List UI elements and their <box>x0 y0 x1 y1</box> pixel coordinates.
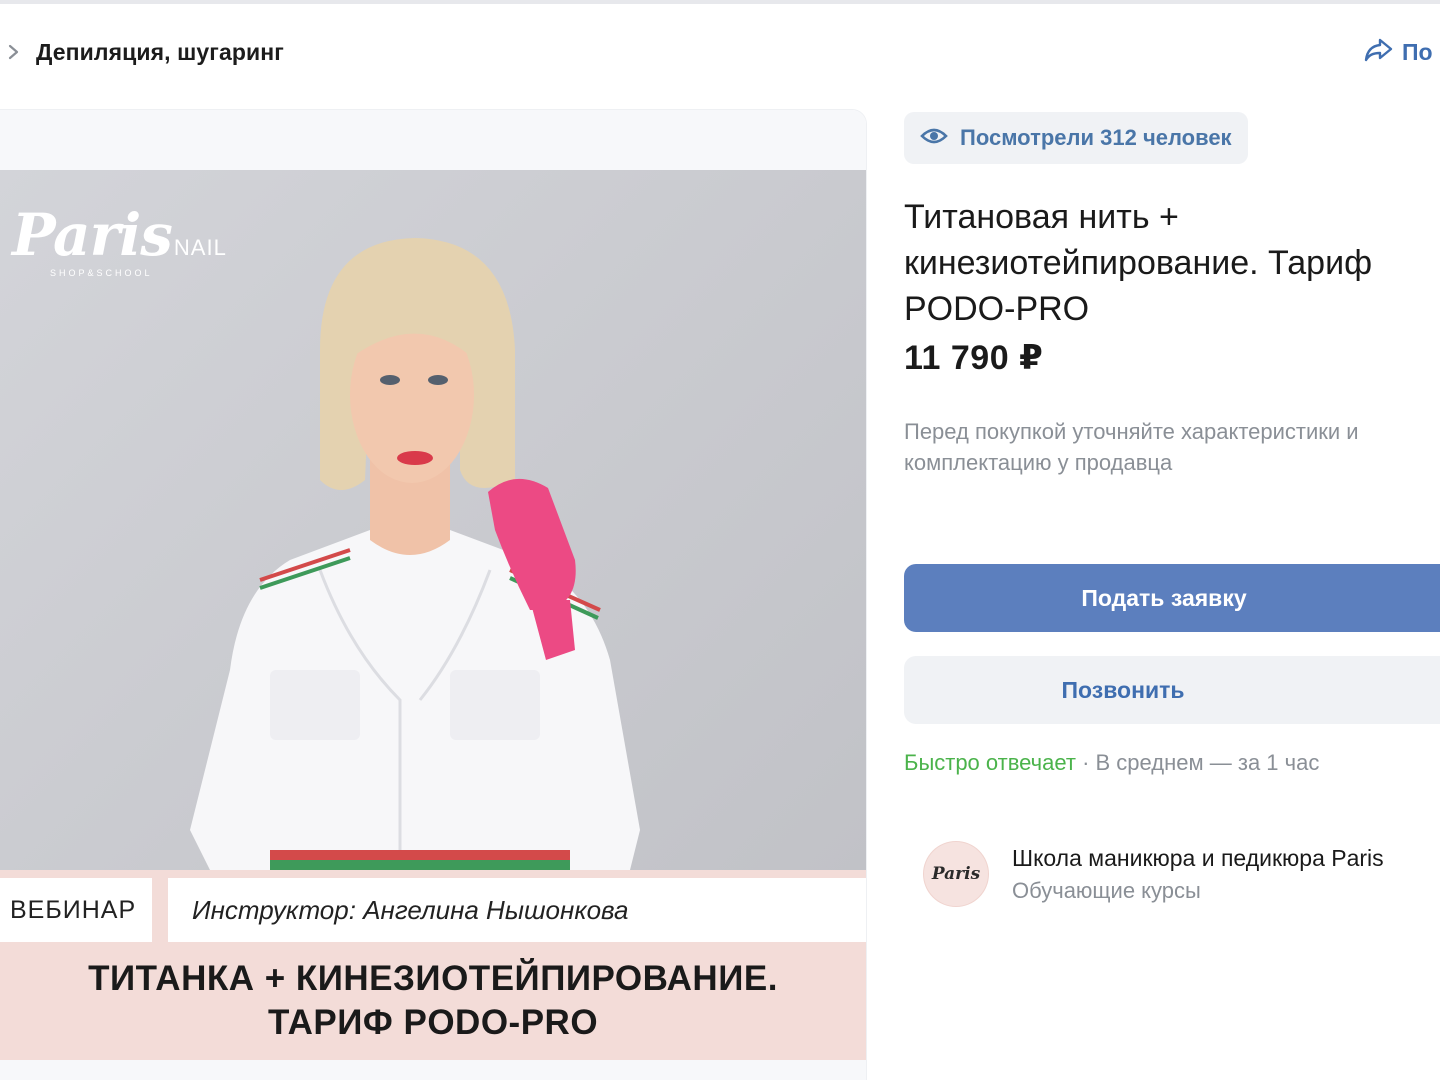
breadcrumb: Депиляция, шугаринг <box>0 30 284 74</box>
card-bottom-strip <box>0 1060 866 1080</box>
card-top-strip <box>0 110 866 170</box>
product-price: 11 790 ₽ <box>904 339 1044 377</box>
seller-category: Обучающие курсы <box>1012 877 1201 903</box>
instructor-tag: Инструктор: Ангелина Нышонкова <box>168 878 866 942</box>
breadcrumb-title[interactable]: Депиляция, шугаринг <box>36 39 284 66</box>
brand-logo-script: Paris <box>12 201 173 269</box>
reply-fast-label: Быстро отвечает <box>904 750 1076 775</box>
avatar-text: Paris <box>931 864 981 884</box>
webinar-tag: ВЕБИНАР <box>0 878 152 942</box>
seller-text: Школа маникюра и педикюра Paris Обучающи… <box>1012 845 1384 904</box>
seller-name[interactable]: Школа маникюра и педикюра Paris <box>1012 845 1384 872</box>
product-photo: ParisNAIL SHOP&SCHOOL <box>0 170 866 870</box>
eye-icon <box>920 126 948 151</box>
share-arrow-icon <box>1364 37 1394 68</box>
call-button[interactable]: Позвонить <box>904 656 1440 724</box>
share-button[interactable]: По <box>1364 30 1433 74</box>
product-image-card[interactable]: ParisNAIL SHOP&SCHOOL ВЕБИНАР Инструктор… <box>0 110 866 1080</box>
banner-headline-line-1: ТИТАНКА + КИНЕЗИОТЕЙПИРОВАНИЕ. <box>88 959 778 998</box>
seller-info[interactable]: Paris Школа маникюра и педикюра Paris Об… <box>924 842 1384 906</box>
top-divider <box>0 0 1440 4</box>
product-title: Титановая нить + кинезиотейпирование. Та… <box>904 198 1373 328</box>
views-count: Посмотрели 312 человек <box>960 125 1232 150</box>
banner-tag-row: ВЕБИНАР Инструктор: Ангелина Нышонкова <box>0 870 866 942</box>
model-illustration <box>190 238 640 870</box>
banner-headline-line-2: ТАРИФ PODO-PRO <box>267 1003 599 1042</box>
purchase-notice: Перед покупкой уточняйте характеристики … <box>904 419 1359 475</box>
views-badge: Посмотрели 312 человек <box>904 112 1248 164</box>
avatar[interactable]: Paris <box>924 842 988 906</box>
reply-speed: Быстро отвечает · В среднем — за 1 час <box>904 750 1319 776</box>
reply-average-label: · В среднем — за 1 час <box>1075 750 1320 775</box>
apply-button[interactable]: Подать заявку <box>904 564 1440 632</box>
banner-headline: ТИТАНКА + КИНЕЗИОТЕЙПИРОВАНИЕ. ТАРИФ POD… <box>0 942 866 1060</box>
chevron-right-icon[interactable] <box>0 38 28 66</box>
share-label: По <box>1402 38 1433 65</box>
